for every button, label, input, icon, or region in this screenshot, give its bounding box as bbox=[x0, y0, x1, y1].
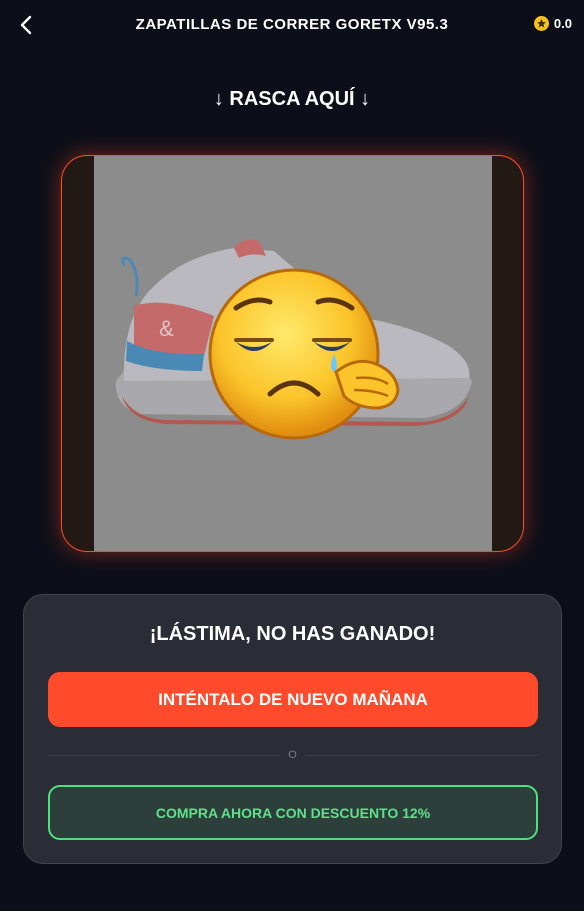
retry-tomorrow-button[interactable]: INTÉNTALO DE NUEVO MAÑANA bbox=[48, 672, 538, 727]
coin-amount: 0.0 bbox=[553, 16, 572, 31]
svg-text:&: & bbox=[159, 316, 174, 341]
coin-balance: 0.0 bbox=[533, 16, 572, 31]
scratch-instruction: ↓ RASCA AQUÍ ↓ bbox=[213, 88, 371, 110]
result-message: ¡LÁSTIMA, NO HAS GANADO! bbox=[149, 623, 436, 645]
page-title: ZAPATILLAS DE CORRER GORETX V95.3 bbox=[135, 16, 449, 33]
crying-face-icon bbox=[206, 268, 402, 445]
coin-star-icon bbox=[533, 16, 549, 31]
result-panel: ¡LÁSTIMA, NO HAS GANADO! INTÉNTALO DE NU… bbox=[23, 594, 562, 864]
buy-now-discount-button[interactable]: COMPRA AHORA CON DESCUENTO 12% bbox=[48, 785, 538, 840]
header: ZAPATILLAS DE CORRER GORETX V95.3 0.0 bbox=[0, 0, 584, 50]
divider-label: O bbox=[24, 749, 561, 761]
